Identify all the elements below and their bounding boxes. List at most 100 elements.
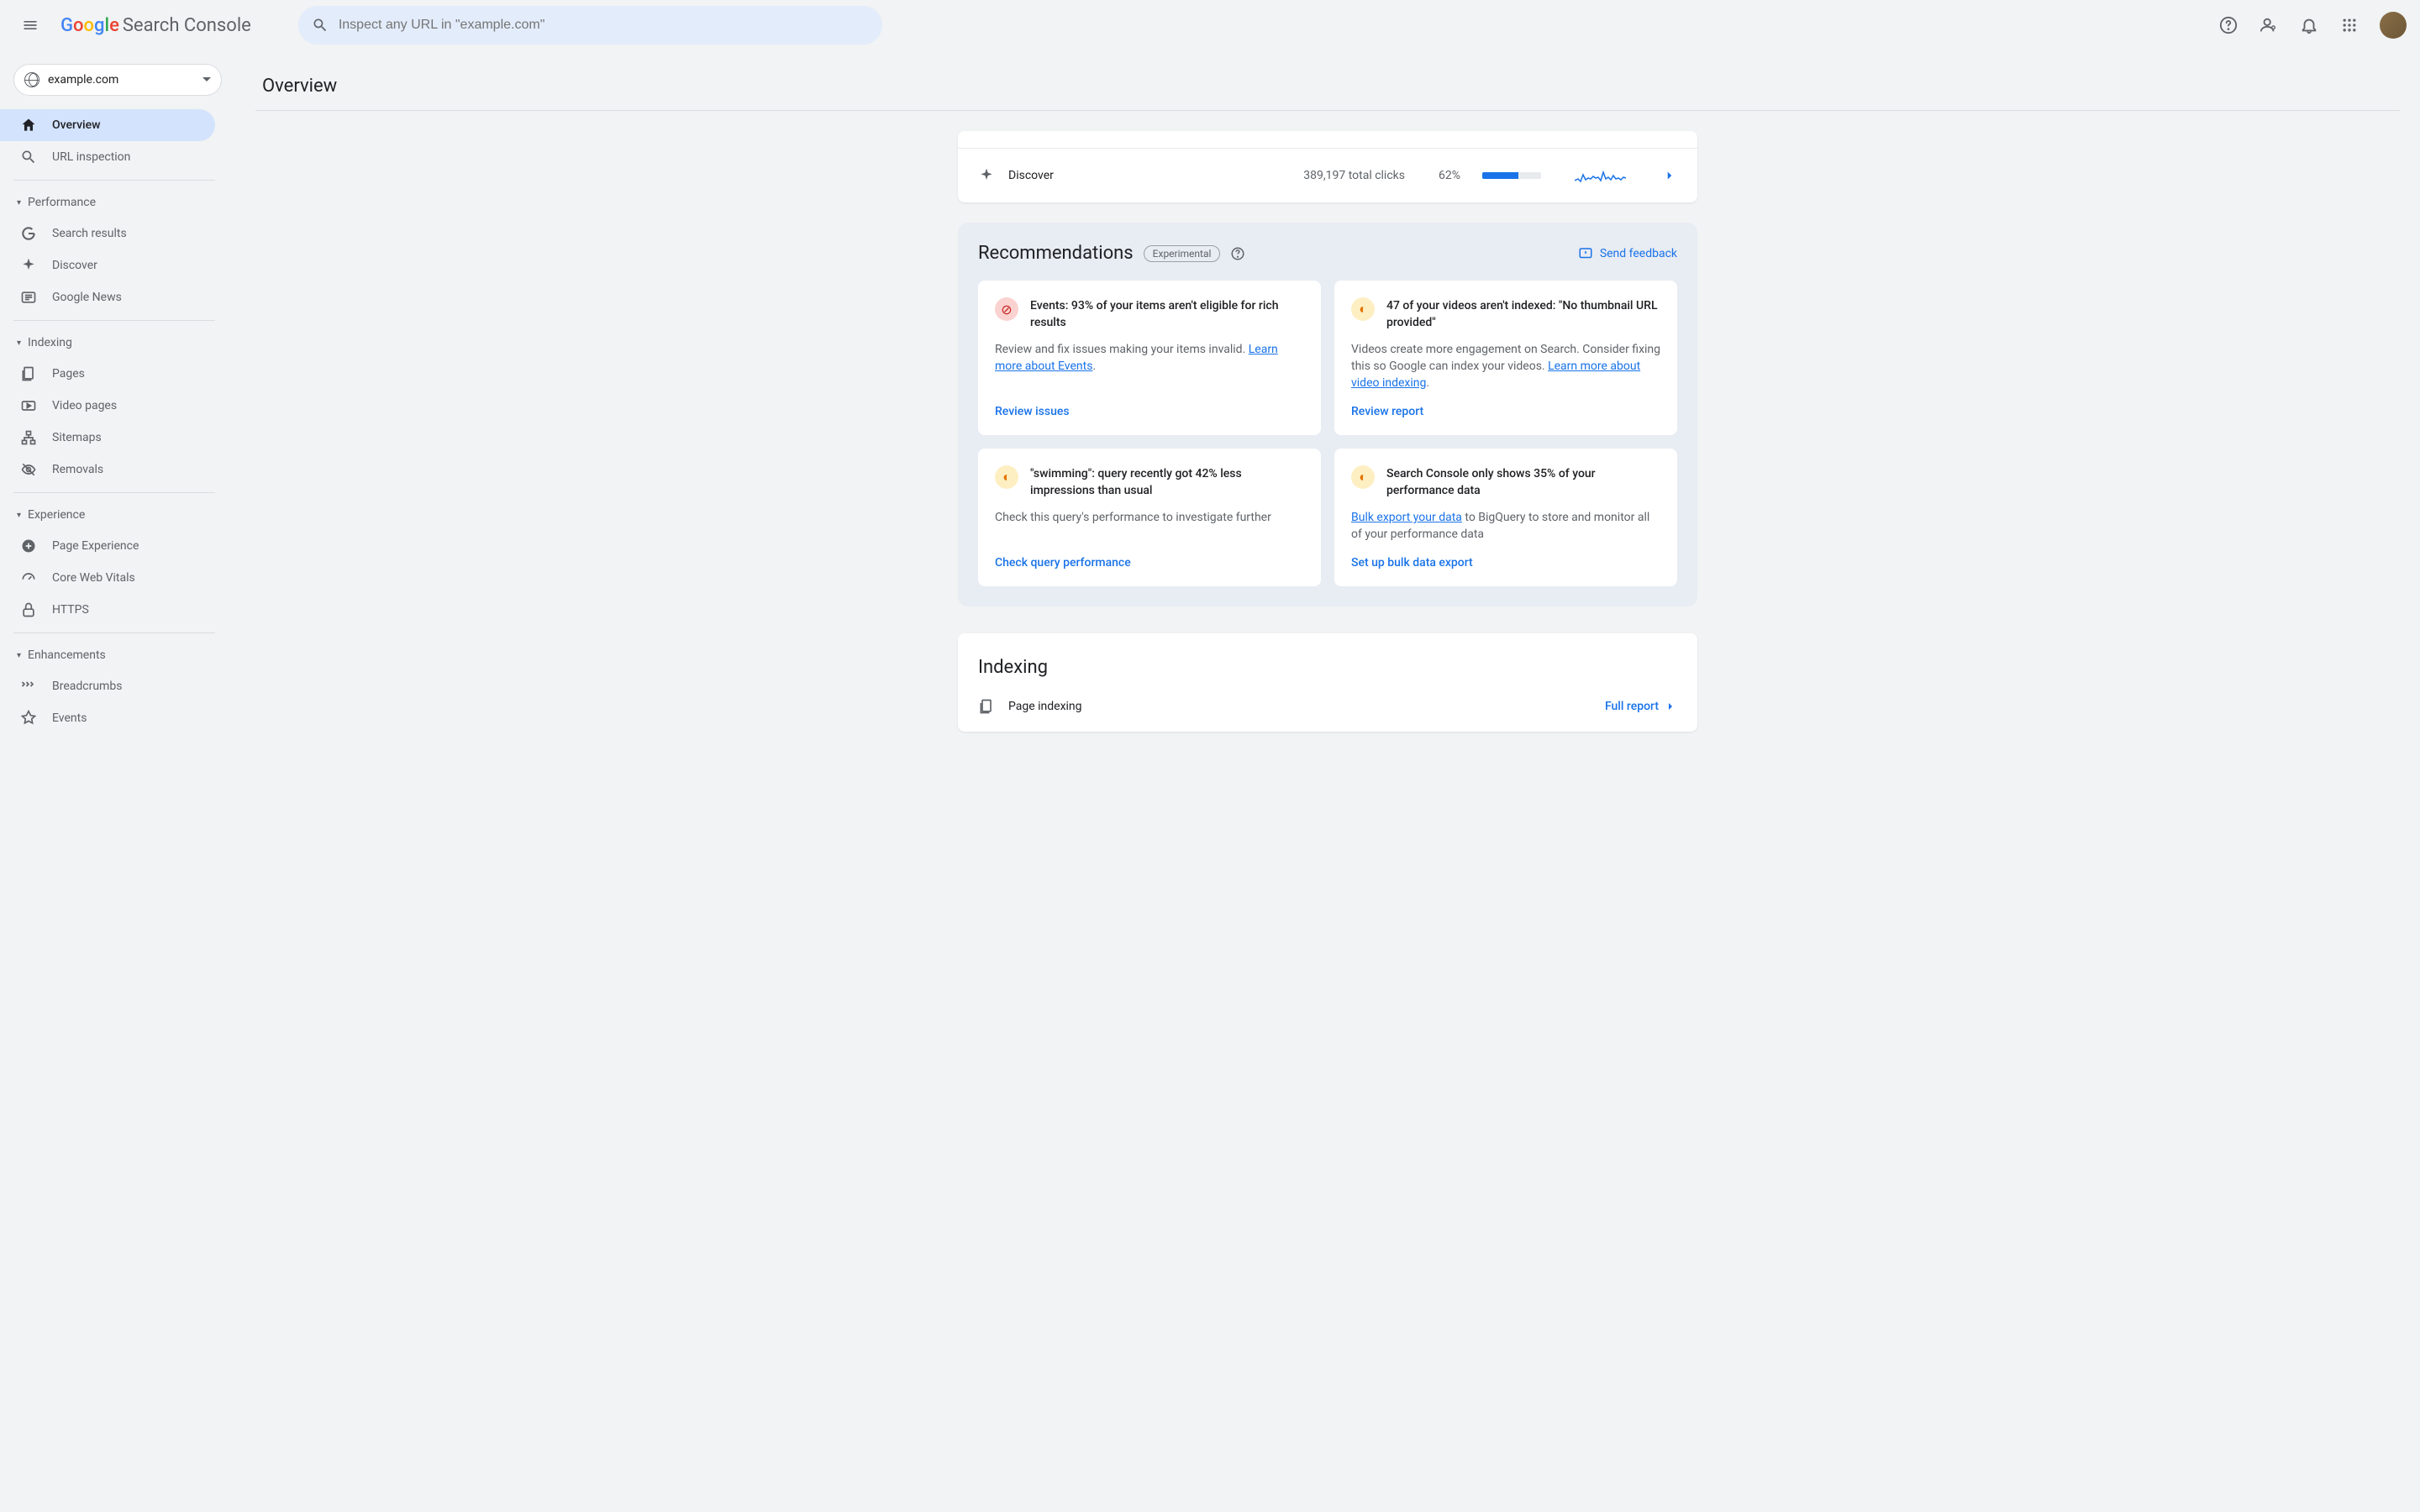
sitemap-icon: [20, 429, 37, 446]
chevron-right-icon: [1662, 168, 1677, 183]
progress-bar: [1482, 172, 1541, 179]
recommendation-title: "swimming": query recently got 42% less …: [1030, 465, 1304, 499]
dropdown-icon: [203, 76, 211, 84]
recommendation-action[interactable]: Review report: [1351, 405, 1660, 418]
experimental-badge: Experimental: [1144, 245, 1221, 262]
chevron-right-icon: [1664, 700, 1677, 713]
avatar[interactable]: [2380, 12, 2407, 39]
sidebar-section-experience[interactable]: ▾ Experience: [0, 500, 235, 530]
page-indexing-label: Page indexing: [1008, 700, 1082, 713]
sidebar-item-url-inspection[interactable]: URL inspection: [0, 141, 215, 173]
sidebar-item-video-pages[interactable]: Video pages: [0, 390, 215, 422]
sidebar-item-label: Core Web Vitals: [52, 571, 135, 585]
google-logo: Google: [60, 15, 119, 36]
apps-grid-icon: [2341, 17, 2358, 34]
clicks-text: 389,197 total clicks: [1303, 169, 1405, 182]
search-bar[interactable]: [298, 6, 882, 45]
chevron-down-icon: ▾: [17, 198, 21, 207]
sidebar: example.com Overview URL inspection ▾ Pe…: [0, 50, 235, 1512]
plus-circle-icon: [20, 538, 37, 554]
sidebar-item-core-web-vitals[interactable]: Core Web Vitals: [0, 562, 215, 594]
sparkline-chart: [1575, 165, 1635, 186]
sidebar-item-label: Removals: [52, 463, 103, 476]
lightbulb-icon: ◐: [1351, 465, 1375, 489]
percentage-text: 62%: [1439, 169, 1460, 182]
recommendation-body: Review and fix issues making your items …: [995, 341, 1304, 375]
video-icon: [20, 397, 37, 414]
recommendation-card[interactable]: ◐Search Console only shows 35% of your p…: [1334, 449, 1677, 586]
recommendation-action[interactable]: Check query performance: [995, 556, 1304, 570]
globe-icon: [24, 72, 39, 87]
sidebar-item-breadcrumbs[interactable]: Breadcrumbs: [0, 670, 215, 702]
divider: [13, 492, 215, 493]
recommendation-action[interactable]: Review issues: [995, 405, 1304, 418]
full-report-link[interactable]: Full report: [1605, 700, 1677, 713]
sparkle-icon: [978, 167, 995, 184]
page-title: Overview: [262, 76, 2393, 97]
chevron-down-icon: ▾: [17, 339, 21, 348]
sidebar-item-sitemaps[interactable]: Sitemaps: [0, 422, 215, 454]
sidebar-item-discover[interactable]: Discover: [0, 249, 215, 281]
sidebar-item-label: Page Experience: [52, 539, 139, 553]
search-input[interactable]: [339, 18, 869, 33]
learn-more-link[interactable]: Learn more about video indexing: [1351, 360, 1640, 390]
search-icon: [20, 149, 37, 165]
apps-button[interactable]: [2333, 8, 2366, 42]
notifications-button[interactable]: [2292, 8, 2326, 42]
hamburger-menu-button[interactable]: [13, 8, 47, 42]
recommendation-card[interactable]: ⊘ Events: 93% of your items aren't eligib…: [978, 281, 1321, 435]
sidebar-item-search-results[interactable]: Search results: [0, 218, 215, 249]
sidebar-item-label: Video pages: [52, 399, 117, 412]
recommendation-action[interactable]: Set up bulk data export: [1351, 556, 1660, 570]
recommendation-body: Videos create more engagement on Search.…: [1351, 341, 1660, 391]
section-label: Enhancements: [28, 648, 106, 662]
recommendation-card[interactable]: ◐47 of your videos aren't indexed: "No t…: [1334, 281, 1677, 435]
g-icon: [20, 225, 37, 242]
property-domain: example.com: [48, 73, 194, 87]
sidebar-item-label: Sitemaps: [52, 431, 102, 444]
sidebar-section-indexing[interactable]: ▾ Indexing: [0, 328, 235, 358]
bulk-export-link[interactable]: Bulk export your data: [1351, 511, 1462, 524]
sidebar-item-label: Events: [52, 711, 87, 725]
page-header: Overview: [255, 50, 2400, 111]
lock-icon: [20, 601, 37, 618]
sidebar-item-label: HTTPS: [52, 603, 89, 617]
section-label: Indexing: [28, 336, 72, 349]
discover-row[interactable]: Discover 389,197 total clicks 62%: [958, 148, 1697, 202]
sidebar-item-label: Pages: [52, 367, 85, 381]
users-button[interactable]: [2252, 8, 2286, 42]
page-indexing-row[interactable]: Page indexing Full report: [978, 698, 1677, 715]
property-selector[interactable]: example.com: [13, 64, 222, 96]
sidebar-item-label: Google News: [52, 291, 122, 304]
sidebar-section-performance[interactable]: ▾ Performance: [0, 187, 235, 218]
learn-more-link[interactable]: Learn more about Events: [995, 343, 1278, 373]
chevron-down-icon: ▾: [17, 651, 21, 660]
person-add-icon: [2260, 16, 2278, 34]
recommendation-title: Events: 93% of your items aren't eligibl…: [1030, 297, 1304, 331]
logo[interactable]: Google Search Console: [60, 15, 251, 36]
chevron-down-icon: ▾: [17, 511, 21, 520]
sidebar-item-google-news[interactable]: Google News: [0, 281, 215, 313]
recommendation-card[interactable]: ◐ "swimming": query recently got 42% less…: [978, 449, 1321, 586]
send-feedback-link[interactable]: Send feedback: [1578, 246, 1677, 261]
help-icon[interactable]: [1230, 246, 1245, 261]
lightbulb-icon: ◐: [995, 465, 1018, 489]
menu-icon: [22, 17, 39, 34]
indexing-card: Indexing Page indexing Full report: [958, 633, 1697, 732]
sidebar-section-enhancements[interactable]: ▾ Enhancements: [0, 640, 235, 670]
sidebar-item-removals[interactable]: Removals: [0, 454, 215, 486]
help-button[interactable]: [2212, 8, 2245, 42]
home-icon: [20, 117, 37, 134]
recommendation-body: Check this query's performance to invest…: [995, 509, 1304, 526]
sidebar-item-https[interactable]: HTTPS: [0, 594, 215, 626]
error-icon: ⊘: [995, 297, 1018, 321]
main-content: Overview Discover 389,197 total clicks 6…: [235, 50, 2420, 1512]
sidebar-item-overview[interactable]: Overview: [0, 109, 215, 141]
news-icon: [20, 289, 37, 306]
sidebar-item-page-experience[interactable]: Page Experience: [0, 530, 215, 562]
sidebar-item-events[interactable]: Events: [0, 702, 215, 734]
sidebar-item-pages[interactable]: Pages: [0, 358, 215, 390]
visibility-off-icon: [20, 461, 37, 478]
sidebar-item-label: Overview: [52, 118, 100, 132]
sidebar-item-label: URL inspection: [52, 150, 130, 164]
